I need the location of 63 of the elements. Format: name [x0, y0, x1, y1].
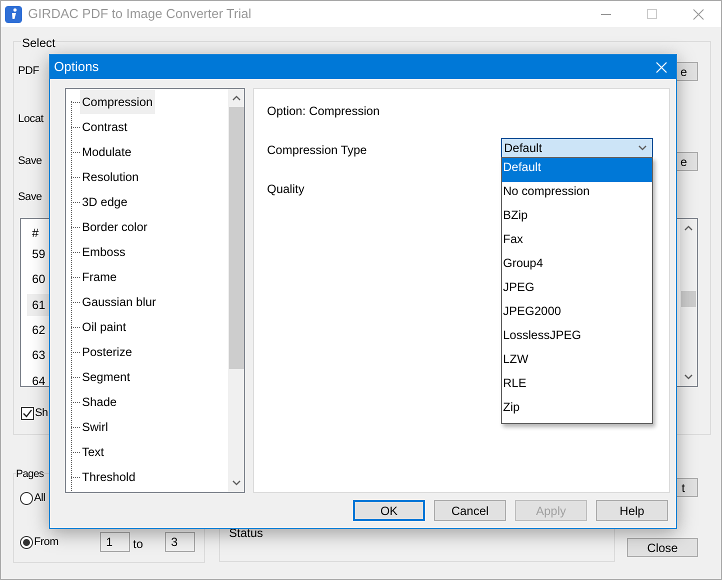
dropdown-option[interactable]: No compression [502, 182, 652, 206]
dropdown-option[interactable]: JPEG [502, 278, 652, 302]
option-title: Option: Compression [267, 103, 380, 120]
dialog-button[interactable]: Cancel [434, 500, 506, 521]
tree-item[interactable]: Frame [80, 265, 119, 289]
maximize-icon[interactable] [647, 9, 657, 19]
window-title: GIRDAC PDF to Image Converter Trial [28, 5, 252, 24]
tree-item[interactable]: Border color [80, 215, 150, 239]
tree-item[interactable]: Shade [80, 390, 119, 414]
dropdown-option[interactable]: LosslessJPEG [502, 326, 652, 350]
scroll-up-icon[interactable] [684, 225, 693, 231]
radio-button[interactable] [20, 492, 33, 505]
dialog-button[interactable]: OK [353, 500, 425, 521]
close-app-button[interactable]: Close [627, 538, 698, 557]
dropdown-option[interactable]: RLE [502, 374, 652, 398]
dropdown-caret-icon[interactable] [638, 145, 647, 151]
to-field[interactable]: 3 [165, 532, 195, 552]
scrollbar[interactable] [680, 219, 697, 386]
checkbox[interactable] [21, 406, 34, 420]
field-label: PDF [18, 64, 40, 79]
column-header: # [32, 225, 39, 242]
field-label: Save [18, 154, 42, 169]
scroll-thumb[interactable] [681, 291, 696, 307]
field-label: Save [18, 190, 42, 205]
scrollbar[interactable] [228, 89, 244, 492]
dropdown-option[interactable]: Zip [502, 398, 652, 422]
option-label: Compression Type [267, 142, 367, 159]
tree-item[interactable]: Threshold [80, 465, 138, 489]
dialog-button[interactable]: Help [596, 500, 668, 521]
dropdown-option[interactable]: BZip [502, 206, 652, 230]
dropdown-option[interactable]: Fax [502, 230, 652, 254]
tree-item[interactable]: Segment [80, 365, 132, 389]
dropdown-option[interactable]: Default [502, 158, 652, 182]
dropdown-option[interactable]: JPEG2000 [502, 302, 652, 326]
from-field[interactable]: 1 [100, 532, 130, 552]
radio-label: All [34, 491, 46, 506]
tree-item[interactable]: Compression [80, 90, 155, 114]
tree-item[interactable]: Contrast [80, 115, 130, 139]
scroll-up-icon[interactable] [232, 95, 240, 101]
tree-item[interactable]: Resolution [80, 165, 141, 189]
tree-item[interactable]: Modulate [80, 140, 134, 164]
tree-item[interactable]: Oil paint [80, 315, 128, 339]
scroll-down-icon[interactable] [684, 374, 693, 380]
tree-item[interactable]: Swirl [80, 415, 110, 439]
radio-label: From [34, 535, 58, 550]
tree-item[interactable]: 3D edge [80, 190, 130, 214]
tree-item[interactable]: Posterize [80, 340, 134, 364]
to-label: to [133, 536, 144, 553]
compression-dropdown[interactable]: Default [501, 138, 653, 158]
dropdown-option[interactable]: LZW [502, 350, 652, 374]
scroll-down-icon[interactable] [232, 480, 240, 486]
app-icon [5, 6, 22, 22]
tree-item[interactable]: Text [80, 440, 106, 464]
tree-item[interactable]: Gaussian blur [80, 290, 158, 314]
radio-button[interactable] [20, 536, 33, 549]
dropdown-option[interactable]: Group4 [502, 254, 652, 278]
option-label: Quality [267, 181, 304, 198]
scroll-thumb[interactable] [228, 107, 244, 369]
checkbox-label: Sh [35, 406, 48, 421]
field-label: Locat [18, 112, 44, 127]
close-icon[interactable] [692, 8, 704, 20]
dialog-title: Options [54, 58, 99, 76]
tree-item[interactable]: Emboss [80, 240, 128, 264]
